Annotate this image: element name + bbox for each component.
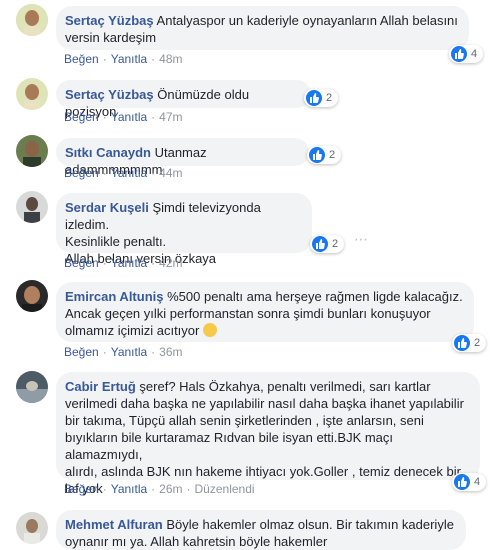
comment-author[interactable]: Sertaç Yüzbaş bbox=[65, 87, 154, 102]
comment-author[interactable]: Serdar Kuşeli bbox=[65, 200, 149, 215]
like-button[interactable]: Beğen bbox=[64, 52, 99, 66]
like-icon bbox=[451, 46, 467, 62]
more-options-icon[interactable]: ⋯ bbox=[354, 231, 369, 248]
separator: · bbox=[151, 166, 156, 180]
reaction-number: 4 bbox=[471, 48, 478, 60]
like-icon bbox=[454, 474, 470, 490]
avatar[interactable] bbox=[16, 280, 48, 312]
comment-actions: Beğen · Yanıtla · 44m bbox=[64, 166, 183, 180]
comment-actions: Beğen · Yanıtla · 36m bbox=[64, 345, 183, 359]
comment-text: olmamız içimizi acıtıyor bbox=[65, 323, 200, 338]
comment-bubble: Cabir Ertuğ şeref? Hals Özkahya, penaltı… bbox=[56, 372, 480, 496]
like-icon bbox=[306, 90, 322, 106]
comment-bubble: Mehmet Alfuran Böyle hakemler olmaz olsu… bbox=[56, 510, 466, 550]
avatar[interactable] bbox=[16, 135, 48, 167]
separator: · bbox=[186, 482, 191, 496]
avatar[interactable] bbox=[16, 4, 48, 36]
separator: · bbox=[102, 52, 107, 66]
comment-actions: Beğen · Yanıtla · 47m bbox=[64, 110, 183, 124]
reaction-count[interactable]: 4 bbox=[452, 473, 487, 491]
comment-text: Antalyaspor un kaderiyle oynayanların Al… bbox=[156, 13, 458, 28]
reply-button[interactable]: Yanıtla bbox=[111, 52, 147, 66]
comment-author[interactable]: Cabir Ertuğ bbox=[65, 379, 136, 394]
comment-bubble: Sıtkı Canaydn Utanmaz adammmmmmm bbox=[56, 138, 309, 177]
comment-actions: Beğen · Yanıtla · 26m · Düzenlendi bbox=[64, 482, 255, 496]
reaction-number: 2 bbox=[474, 337, 481, 349]
comment-bubble: Emircan Altuniş %500 penaltı ama herşeye… bbox=[56, 282, 474, 342]
comment-author[interactable]: Sıtkı Canaydn bbox=[65, 145, 151, 160]
timestamp[interactable]: 44m bbox=[159, 166, 182, 180]
separator: · bbox=[102, 110, 107, 124]
like-button[interactable]: Beğen bbox=[64, 110, 99, 124]
comment-text: Böyle hakemler olmaz olsun. Bir takımın … bbox=[166, 517, 454, 532]
comment-author[interactable]: Emircan Altuniş bbox=[65, 289, 163, 304]
comment-text: oynanır mı ya. Allah kahretsin böyle hak… bbox=[65, 534, 328, 549]
reaction-count[interactable]: 2 bbox=[452, 334, 487, 352]
comment-bubble: Sertaç Yüzbaş Antalyaspor un kaderiyle o… bbox=[56, 6, 469, 50]
comment-text: verilmedi daha başka ne yapılabilir nası… bbox=[65, 396, 464, 411]
reply-button[interactable]: Yanıtla bbox=[111, 166, 147, 180]
comment-author[interactable]: Mehmet Alfuran bbox=[65, 517, 163, 532]
reaction-number: 2 bbox=[326, 92, 333, 104]
reaction-count[interactable]: 2 bbox=[307, 146, 342, 164]
like-button[interactable]: Beğen bbox=[64, 166, 99, 180]
comment-text: şeref? Hals Özkahya, penaltı verilmedi, … bbox=[139, 379, 431, 394]
separator: · bbox=[151, 52, 156, 66]
like-button[interactable]: Beğen bbox=[64, 256, 99, 270]
like-button[interactable]: Beğen bbox=[64, 482, 99, 496]
separator: · bbox=[102, 256, 107, 270]
separator: · bbox=[151, 256, 156, 270]
reaction-number: 2 bbox=[332, 238, 339, 250]
reaction-count[interactable]: 2 bbox=[310, 235, 345, 253]
avatar[interactable] bbox=[16, 191, 48, 223]
comment-bubble: Serdar Kuşeli Şimdi televizyonda izledim… bbox=[56, 193, 312, 266]
avatar[interactable] bbox=[16, 371, 48, 403]
timestamp[interactable]: 26m bbox=[159, 482, 182, 496]
comment-author[interactable]: Sertaç Yüzbaş bbox=[65, 13, 154, 28]
separator: · bbox=[151, 482, 156, 496]
separator: · bbox=[151, 345, 156, 359]
comment-text: %500 penaltı ama herşeye rağmen ligde ka… bbox=[167, 289, 463, 304]
comment-text: bıyıkların bile kurtaramaz Rıdvan bile i… bbox=[65, 430, 394, 462]
comment-text: Ancak geçen yılki performanstan sonra şi… bbox=[65, 306, 431, 321]
reaction-number: 4 bbox=[474, 476, 481, 488]
edited-label[interactable]: Düzenlendi bbox=[195, 482, 255, 496]
like-icon bbox=[309, 147, 325, 163]
reply-button[interactable]: Yanıtla bbox=[111, 482, 147, 496]
reply-button[interactable]: Yanıtla bbox=[111, 345, 147, 359]
reply-button[interactable]: Yanıtla bbox=[111, 256, 147, 270]
timestamp[interactable]: 42m bbox=[159, 256, 182, 270]
separator: · bbox=[151, 110, 156, 124]
comment-text: versin kardeşim bbox=[65, 30, 157, 45]
timestamp[interactable]: 48m bbox=[159, 52, 182, 66]
comment-text: bir takıma, Tüpçü allah senin şirketleri… bbox=[65, 413, 424, 428]
avatar[interactable] bbox=[16, 78, 48, 110]
reply-button[interactable]: Yanıtla bbox=[111, 110, 147, 124]
comment-text: alırdı, aslında BJK nın hakeme ihtiyacı … bbox=[65, 464, 461, 479]
comment-bubble: Sertaç Yüzbaş Önümüzde oldu pozisyon bbox=[56, 80, 311, 119]
like-icon bbox=[454, 335, 470, 351]
comment-actions: Beğen · Yanıtla · 48m bbox=[64, 52, 183, 66]
like-button[interactable]: Beğen bbox=[64, 345, 99, 359]
like-icon bbox=[312, 236, 328, 252]
relieved-emoji-icon bbox=[202, 323, 217, 337]
avatar[interactable] bbox=[16, 512, 48, 544]
timestamp[interactable]: 47m bbox=[159, 110, 182, 124]
separator: · bbox=[102, 345, 107, 359]
separator: · bbox=[102, 166, 107, 180]
separator: · bbox=[102, 482, 107, 496]
timestamp[interactable]: 36m bbox=[159, 345, 182, 359]
reaction-count[interactable]: 4 bbox=[449, 45, 484, 63]
reaction-number: 2 bbox=[329, 149, 336, 161]
comment-text: Kesinlikle penaltı. bbox=[65, 234, 167, 249]
comment-actions: Beğen · Yanıtla · 42m bbox=[64, 256, 183, 270]
reaction-count[interactable]: 2 bbox=[304, 89, 339, 107]
